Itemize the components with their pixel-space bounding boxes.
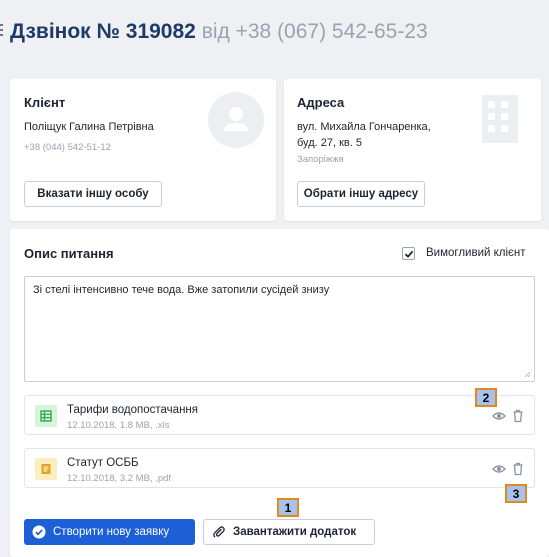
document-icon bbox=[35, 458, 57, 480]
address-line-2: буд. 27, кв. 5 bbox=[297, 137, 362, 149]
address-city: Запоріжжя bbox=[297, 154, 344, 165]
create-request-button[interactable]: Створити нову заявку bbox=[24, 519, 195, 545]
view-eye-icon[interactable] bbox=[492, 462, 506, 476]
change-person-button[interactable]: Вказати іншу особу bbox=[24, 181, 162, 207]
attachment-item: Статут ОСББ 12.10.2018, 3.2 MB, .pdf bbox=[24, 448, 535, 488]
building-icon bbox=[482, 95, 518, 143]
create-request-label: Створити нову заявку bbox=[53, 526, 170, 538]
view-eye-icon[interactable] bbox=[492, 409, 506, 423]
address-card: Адреса вул. Михайла Гончаренка, буд. 27,… bbox=[284, 79, 541, 221]
attachment-name: Статут ОСББ bbox=[67, 457, 139, 469]
demanding-client-label: Вимогливий клієнт bbox=[426, 247, 526, 259]
call-number: Дзвінок № 319082 bbox=[10, 20, 196, 43]
spreadsheet-icon bbox=[35, 405, 57, 427]
checkmark-icon bbox=[404, 250, 413, 258]
drag-handle-icon[interactable] bbox=[0, 24, 5, 38]
demanding-client-checkbox[interactable] bbox=[402, 247, 415, 260]
attachment-meta: 12.10.2018, 3.2 MB, .pdf bbox=[67, 473, 172, 484]
page-title: Дзвінок № 319082 від +38 (067) 542-65-23 bbox=[10, 17, 428, 47]
client-name: Поліщук Галина Петрівна bbox=[24, 121, 154, 133]
issue-description-textarea[interactable]: Зі стелі інтенсивно тече вода. Вже затоп… bbox=[24, 276, 535, 382]
client-card-title: Клієнт bbox=[24, 95, 66, 110]
attachment-meta: 12.10.2018, 1.8 MB, .xls bbox=[67, 420, 170, 431]
attachment-name: Тарифи водопостачання bbox=[67, 404, 199, 416]
annotation-marker-2: 2 bbox=[475, 388, 497, 407]
address-card-title: Адреса bbox=[297, 95, 345, 110]
page-header: Дзвінок № 319082 від +38 (067) 542-65-23 bbox=[0, 0, 549, 72]
attachment-item: Тарифи водопостачання 12.10.2018, 1.8 MB… bbox=[24, 395, 535, 435]
check-circle-icon bbox=[32, 525, 46, 539]
issue-card-title: Опис питання bbox=[24, 246, 114, 261]
client-card: Клієнт Поліщук Галина Петрівна +38 (044)… bbox=[10, 79, 276, 221]
annotation-marker-1: 1 bbox=[277, 498, 299, 517]
user-avatar-icon bbox=[208, 92, 264, 148]
upload-attachment-label: Завантажити додаток bbox=[233, 526, 357, 538]
issue-description-text: Зі стелі інтенсивно тече вода. Вже затоп… bbox=[33, 284, 330, 296]
delete-trash-icon[interactable] bbox=[511, 409, 525, 423]
call-from-label: від bbox=[201, 20, 230, 43]
client-phone: +38 (044) 542-51-12 bbox=[24, 142, 111, 153]
change-address-button[interactable]: Обрати іншу адресу bbox=[297, 181, 425, 207]
resize-handle-icon[interactable] bbox=[524, 371, 531, 378]
address-line-1: вул. Михайла Гончаренка, bbox=[297, 121, 431, 133]
upload-attachment-button[interactable]: Завантажити додаток bbox=[203, 519, 375, 545]
delete-trash-icon[interactable] bbox=[511, 462, 525, 476]
paperclip-icon bbox=[213, 526, 225, 538]
caller-phone: +38 (067) 542-65-23 bbox=[235, 20, 428, 43]
annotation-marker-3: 3 bbox=[505, 484, 527, 503]
